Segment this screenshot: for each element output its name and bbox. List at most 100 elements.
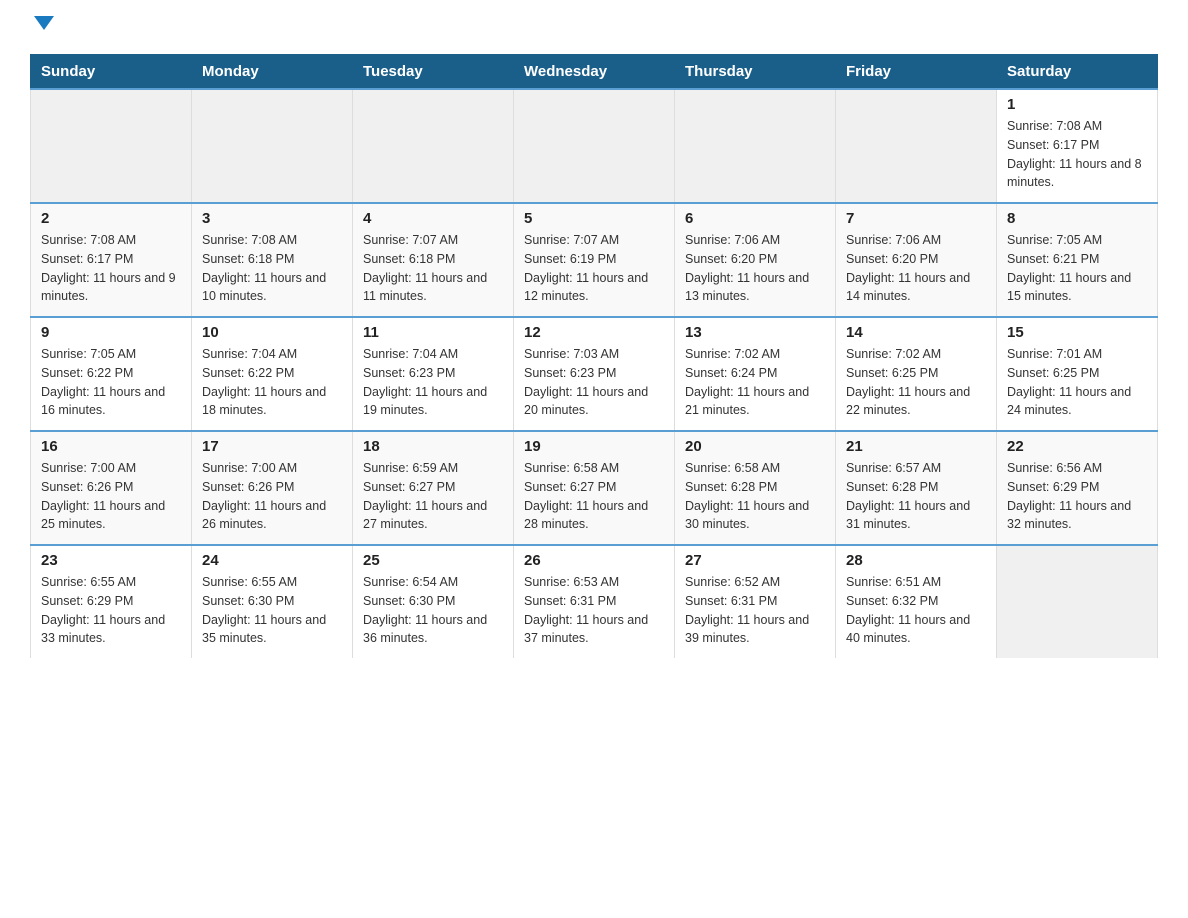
calendar-cell: 26 Sunrise: 6:53 AM Sunset: 6:31 PM Dayli… — [514, 545, 675, 658]
day-number: 3 — [202, 210, 342, 227]
day-info: Sunrise: 7:04 AM Sunset: 6:23 PM Dayligh… — [363, 345, 503, 420]
day-number: 28 — [846, 552, 986, 569]
calendar-cell — [31, 89, 192, 203]
calendar-cell: 23 Sunrise: 6:55 AM Sunset: 6:29 PM Dayli… — [31, 545, 192, 658]
day-info: Sunrise: 7:02 AM Sunset: 6:24 PM Dayligh… — [685, 345, 825, 420]
day-number: 18 — [363, 438, 503, 455]
calendar-cell: 16 Sunrise: 7:00 AM Sunset: 6:26 PM Dayli… — [31, 431, 192, 545]
calendar-cell — [514, 89, 675, 203]
day-number: 14 — [846, 324, 986, 341]
day-info: Sunrise: 6:59 AM Sunset: 6:27 PM Dayligh… — [363, 459, 503, 534]
day-number: 6 — [685, 210, 825, 227]
day-info: Sunrise: 6:51 AM Sunset: 6:32 PM Dayligh… — [846, 573, 986, 648]
calendar-cell: 5 Sunrise: 7:07 AM Sunset: 6:19 PM Daylig… — [514, 203, 675, 317]
calendar-cell: 21 Sunrise: 6:57 AM Sunset: 6:28 PM Dayli… — [836, 431, 997, 545]
calendar-cell: 4 Sunrise: 7:07 AM Sunset: 6:18 PM Daylig… — [353, 203, 514, 317]
week-row-3: 9 Sunrise: 7:05 AM Sunset: 6:22 PM Daylig… — [31, 317, 1158, 431]
calendar-cell: 28 Sunrise: 6:51 AM Sunset: 6:32 PM Dayli… — [836, 545, 997, 658]
day-number: 25 — [363, 552, 503, 569]
weekday-header-tuesday: Tuesday — [353, 55, 514, 90]
day-info: Sunrise: 7:05 AM Sunset: 6:22 PM Dayligh… — [41, 345, 181, 420]
day-number: 5 — [524, 210, 664, 227]
calendar-cell — [836, 89, 997, 203]
day-number: 7 — [846, 210, 986, 227]
day-info: Sunrise: 7:04 AM Sunset: 6:22 PM Dayligh… — [202, 345, 342, 420]
weekday-header-friday: Friday — [836, 55, 997, 90]
weekday-header-sunday: Sunday — [31, 55, 192, 90]
day-info: Sunrise: 7:07 AM Sunset: 6:19 PM Dayligh… — [524, 231, 664, 306]
day-number: 8 — [1007, 210, 1147, 227]
day-info: Sunrise: 6:58 AM Sunset: 6:28 PM Dayligh… — [685, 459, 825, 534]
weekday-header-wednesday: Wednesday — [514, 55, 675, 90]
day-number: 24 — [202, 552, 342, 569]
calendar-cell: 2Sunrise: 7:08 AM Sunset: 6:17 PM Daylig… — [31, 203, 192, 317]
day-info: Sunrise: 7:00 AM Sunset: 6:26 PM Dayligh… — [41, 459, 181, 534]
calendar-header: SundayMondayTuesdayWednesdayThursdayFrid… — [31, 55, 1158, 90]
calendar-cell — [675, 89, 836, 203]
calendar-cell: 22Sunrise: 6:56 AM Sunset: 6:29 PM Dayli… — [997, 431, 1158, 545]
weekday-header-saturday: Saturday — [997, 55, 1158, 90]
weekday-header-thursday: Thursday — [675, 55, 836, 90]
calendar-cell: 12 Sunrise: 7:03 AM Sunset: 6:23 PM Dayli… — [514, 317, 675, 431]
day-info: Sunrise: 6:52 AM Sunset: 6:31 PM Dayligh… — [685, 573, 825, 648]
day-number: 1 — [1007, 96, 1147, 113]
day-number: 23 — [41, 552, 181, 569]
day-info: Sunrise: 7:08 AM Sunset: 6:17 PM Dayligh… — [41, 231, 181, 306]
week-row-2: 2Sunrise: 7:08 AM Sunset: 6:17 PM Daylig… — [31, 203, 1158, 317]
calendar-cell: 27 Sunrise: 6:52 AM Sunset: 6:31 PM Dayli… — [675, 545, 836, 658]
day-info: Sunrise: 6:53 AM Sunset: 6:31 PM Dayligh… — [524, 573, 664, 648]
calendar-cell — [353, 89, 514, 203]
calendar-cell: 3 Sunrise: 7:08 AM Sunset: 6:18 PM Daylig… — [192, 203, 353, 317]
day-number: 19 — [524, 438, 664, 455]
day-info: Sunrise: 7:08 AM Sunset: 6:17 PM Dayligh… — [1007, 117, 1147, 192]
day-number: 21 — [846, 438, 986, 455]
weekday-header-monday: Monday — [192, 55, 353, 90]
logo — [30, 20, 54, 34]
calendar-body: 1 Sunrise: 7:08 AM Sunset: 6:17 PM Daylig… — [31, 89, 1158, 658]
calendar-cell: 24 Sunrise: 6:55 AM Sunset: 6:30 PM Dayli… — [192, 545, 353, 658]
day-info: Sunrise: 7:00 AM Sunset: 6:26 PM Dayligh… — [202, 459, 342, 534]
week-row-5: 23 Sunrise: 6:55 AM Sunset: 6:29 PM Dayli… — [31, 545, 1158, 658]
day-number: 9 — [41, 324, 181, 341]
day-number: 20 — [685, 438, 825, 455]
calendar-cell: 6 Sunrise: 7:06 AM Sunset: 6:20 PM Daylig… — [675, 203, 836, 317]
day-info: Sunrise: 6:57 AM Sunset: 6:28 PM Dayligh… — [846, 459, 986, 534]
calendar-cell — [997, 545, 1158, 658]
logo-triangle-icon — [34, 16, 54, 30]
day-info: Sunrise: 6:56 AM Sunset: 6:29 PM Dayligh… — [1007, 459, 1147, 534]
day-info: Sunrise: 7:07 AM Sunset: 6:18 PM Dayligh… — [363, 231, 503, 306]
calendar-cell: 20 Sunrise: 6:58 AM Sunset: 6:28 PM Dayli… — [675, 431, 836, 545]
day-number: 26 — [524, 552, 664, 569]
page-header — [30, 20, 1158, 34]
calendar-cell: 13 Sunrise: 7:02 AM Sunset: 6:24 PM Dayli… — [675, 317, 836, 431]
day-number: 16 — [41, 438, 181, 455]
calendar-cell: 10Sunrise: 7:04 AM Sunset: 6:22 PM Dayli… — [192, 317, 353, 431]
day-number: 15 — [1007, 324, 1147, 341]
day-number: 17 — [202, 438, 342, 455]
calendar-cell: 15 Sunrise: 7:01 AM Sunset: 6:25 PM Dayli… — [997, 317, 1158, 431]
calendar-cell: 11 Sunrise: 7:04 AM Sunset: 6:23 PM Dayli… — [353, 317, 514, 431]
day-info: Sunrise: 6:55 AM Sunset: 6:30 PM Dayligh… — [202, 573, 342, 648]
day-number: 12 — [524, 324, 664, 341]
calendar-cell: 17 Sunrise: 7:00 AM Sunset: 6:26 PM Dayli… — [192, 431, 353, 545]
day-number: 4 — [363, 210, 503, 227]
calendar-cell: 8 Sunrise: 7:05 AM Sunset: 6:21 PM Daylig… — [997, 203, 1158, 317]
calendar-cell: 19Sunrise: 6:58 AM Sunset: 6:27 PM Dayli… — [514, 431, 675, 545]
calendar-table: SundayMondayTuesdayWednesdayThursdayFrid… — [30, 54, 1158, 658]
day-number: 13 — [685, 324, 825, 341]
calendar-cell: 14Sunrise: 7:02 AM Sunset: 6:25 PM Dayli… — [836, 317, 997, 431]
day-info: Sunrise: 6:54 AM Sunset: 6:30 PM Dayligh… — [363, 573, 503, 648]
day-info: Sunrise: 7:08 AM Sunset: 6:18 PM Dayligh… — [202, 231, 342, 306]
week-row-4: 16 Sunrise: 7:00 AM Sunset: 6:26 PM Dayli… — [31, 431, 1158, 545]
calendar-cell: 7Sunrise: 7:06 AM Sunset: 6:20 PM Daylig… — [836, 203, 997, 317]
day-info: Sunrise: 7:06 AM Sunset: 6:20 PM Dayligh… — [685, 231, 825, 306]
day-info: Sunrise: 7:05 AM Sunset: 6:21 PM Dayligh… — [1007, 231, 1147, 306]
day-number: 27 — [685, 552, 825, 569]
day-info: Sunrise: 7:01 AM Sunset: 6:25 PM Dayligh… — [1007, 345, 1147, 420]
day-info: Sunrise: 7:03 AM Sunset: 6:23 PM Dayligh… — [524, 345, 664, 420]
weekday-header-row: SundayMondayTuesdayWednesdayThursdayFrid… — [31, 55, 1158, 90]
day-info: Sunrise: 6:55 AM Sunset: 6:29 PM Dayligh… — [41, 573, 181, 648]
week-row-1: 1 Sunrise: 7:08 AM Sunset: 6:17 PM Daylig… — [31, 89, 1158, 203]
calendar-cell: 25 Sunrise: 6:54 AM Sunset: 6:30 PM Dayli… — [353, 545, 514, 658]
day-number: 11 — [363, 324, 503, 341]
